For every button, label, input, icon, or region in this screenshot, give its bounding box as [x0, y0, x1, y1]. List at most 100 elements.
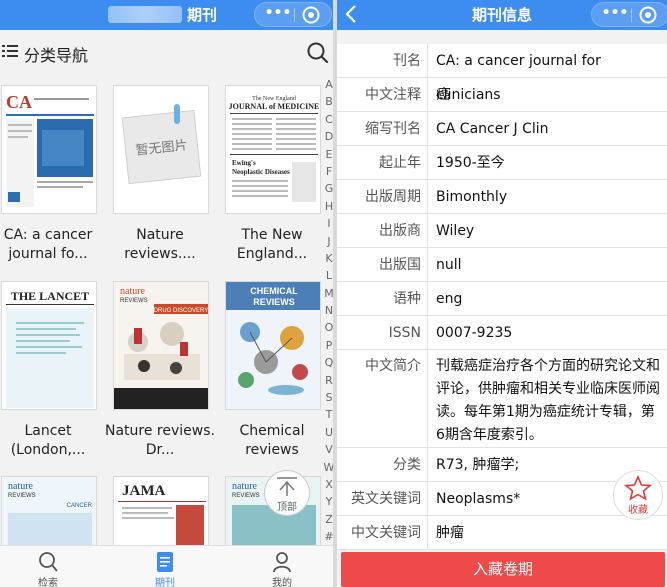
info-row: 出版商 Wiley	[337, 214, 667, 248]
journal-caption[interactable]: Chemical reviews	[217, 422, 327, 460]
svg-text:REVIEWS: REVIEWS	[120, 298, 148, 304]
back-to-top-button[interactable]: 顶部	[264, 470, 310, 516]
info-value: 癌	[436, 87, 450, 103]
list-menu-icon[interactable]	[2, 44, 18, 58]
journal-caption[interactable]: Lancet (London,...	[0, 422, 103, 460]
info-row: 中文注释癌	[337, 78, 667, 112]
alphabet-index-letter[interactable]: B	[322, 93, 333, 110]
svg-text:REVIEWS: REVIEWS	[253, 297, 295, 307]
ca-cover-art: CA	[2, 86, 96, 213]
journal-caption[interactable]: Nature reviews....	[105, 226, 215, 264]
alphabet-index-letter[interactable]: U	[322, 424, 333, 441]
alphabet-index-letter[interactable]: Y	[322, 493, 333, 510]
journal-caption[interactable]: CA: a cancer journal fo...	[0, 226, 103, 264]
search-icon[interactable]	[306, 41, 330, 65]
journal-cover-nature-reviews[interactable]: 暂无图片	[113, 85, 209, 214]
info-row: 中文简介 刊载癌症治疗各个方面的研究论文和评论，供肿瘤和相关专业临床医师阅读。每年…	[337, 350, 667, 448]
capsule-divider	[294, 8, 295, 22]
alphabet-index-letter[interactable]: Z	[322, 511, 333, 528]
alphabet-index-letter[interactable]: H	[322, 198, 333, 215]
journal-cover-ca[interactable]: CA	[1, 85, 97, 214]
info-row: 出版国 null	[337, 248, 667, 282]
journal-cover-nrdd[interactable]: nature REVIEWS DRUG DISCOVERY	[113, 281, 209, 410]
alphabet-index-letter[interactable]: F	[322, 163, 333, 180]
no-image-placeholder: 暂无图片	[114, 86, 208, 213]
info-key: 出版周期	[337, 180, 428, 213]
favorite-button[interactable]: 收藏	[613, 470, 663, 520]
tab-mine[interactable]: 我的	[252, 546, 312, 587]
back-arrow-icon[interactable]	[343, 3, 359, 25]
journal-cover-chemical-reviews[interactable]: CHEMICAL REVIEWS	[225, 281, 321, 410]
favorite-label: 收藏	[628, 505, 648, 516]
blurred-title-text	[108, 6, 182, 23]
svg-text:CHEMICAL: CHEMICAL	[250, 286, 298, 296]
tab-search-label: 检索	[38, 578, 58, 587]
tab-journals[interactable]: 期刊	[135, 546, 195, 587]
title-bar: 期刊信息 •••	[337, 0, 667, 30]
info-key: 出版商	[337, 214, 428, 247]
alphabet-index-letter[interactable]: S	[322, 389, 333, 406]
page-title: 期刊	[187, 6, 218, 24]
collect-volumes-button[interactable]: 入藏卷期	[341, 552, 665, 587]
tab-search[interactable]: 检索	[18, 546, 78, 587]
alphabet-index-letter[interactable]: M	[322, 285, 333, 302]
alphabet-index-letter[interactable]: #	[322, 528, 333, 545]
star-icon	[623, 475, 653, 501]
alphabet-index-letter[interactable]: W	[322, 459, 333, 476]
info-value: CA Cancer J Clin	[436, 121, 549, 137]
user-icon	[273, 552, 291, 573]
alphabet-index-letter[interactable]: D	[322, 128, 333, 145]
alphabet-index-letter[interactable]: G	[322, 180, 333, 197]
info-row: 缩写刊名 CA Cancer J Clin	[337, 112, 667, 146]
svg-text:nature: nature	[8, 481, 34, 492]
alphabet-index-letter[interactable]: J	[322, 233, 333, 250]
alphabet-index-letter[interactable]: C	[322, 111, 333, 128]
svg-text:DRUG DISCOVERY: DRUG DISCOVERY	[154, 308, 209, 314]
svg-text:Neoplastic Diseases: Neoplastic Diseases	[232, 168, 290, 176]
journal-caption[interactable]: Nature reviews. Dr...	[105, 422, 215, 460]
info-row: 起止年 1950-至今	[337, 146, 667, 180]
alphabet-index-letter[interactable]: I	[322, 215, 333, 232]
alphabet-index-letter[interactable]: R	[322, 372, 333, 389]
journal-list-screen: 期刊 ••• 分类导航 CA 暂无图片 The New England JOUR…	[0, 0, 333, 587]
title-bar: 期刊 •••	[0, 0, 333, 30]
info-row: 中文关键词 肿瘤	[337, 516, 667, 550]
tab-journals-label: 期刊	[155, 578, 175, 587]
info-value: 刊载癌症治疗各个方面的研究论文和评论，供肿瘤和相关专业临床医师阅读。每年第1期为…	[436, 358, 660, 443]
close-target-icon[interactable]	[638, 5, 658, 25]
journal-caption[interactable]: The New England...	[217, 226, 327, 264]
alphabet-index-letter[interactable]: E	[322, 146, 333, 163]
back-to-top-label: 顶部	[277, 502, 297, 513]
alphabet-index-letter[interactable]: T	[322, 406, 333, 423]
alphabet-index-letter[interactable]: V	[322, 441, 333, 458]
info-value: Bimonthly	[436, 189, 508, 205]
alphabet-index-letter[interactable]: O	[322, 319, 333, 336]
svg-text:JOURNAL of MEDICINE: JOURNAL of MEDICINE	[229, 102, 320, 111]
svg-text:nature: nature	[232, 481, 258, 492]
alphabet-index-letter[interactable]: L	[322, 267, 333, 284]
alphabet-index-letter[interactable]: X	[322, 476, 333, 493]
alphabet-index-letter[interactable]: K	[322, 250, 333, 267]
alphabet-index-letter[interactable]: N	[322, 302, 333, 319]
info-key: 中文关键词	[337, 516, 428, 549]
journal-cover-lancet[interactable]: THE LANCET	[1, 281, 97, 410]
svg-text:nature: nature	[120, 286, 146, 297]
capsule-divider	[631, 8, 632, 22]
close-target-icon[interactable]	[301, 5, 321, 25]
more-menu-button[interactable]: •••	[600, 3, 630, 26]
journal-cover-nejm[interactable]: The New England JOURNAL of MEDICINE Ewin…	[225, 85, 321, 214]
info-key: 语种	[337, 282, 428, 315]
alphabet-index-letter[interactable]: A	[322, 76, 333, 93]
more-menu-button[interactable]: •••	[263, 3, 293, 26]
alphabet-index-letter[interactable]: P	[322, 337, 333, 354]
journal-detail-screen: 期刊信息 ••• 刊名 CA: a cancer journal for clin…	[337, 0, 667, 587]
info-row: ISSN 0007-9235	[337, 316, 667, 350]
info-row: 语种 eng	[337, 282, 667, 316]
alphabet-index-letter[interactable]: Q	[322, 354, 333, 371]
nejm-cover-art: The New England JOURNAL of MEDICINE Ewin…	[226, 86, 320, 213]
info-key: 分类	[337, 448, 428, 481]
category-nav-bar: 分类导航	[0, 30, 333, 74]
bottom-tab-bar: 检索 期刊 我的	[0, 545, 333, 587]
info-value: eng	[436, 291, 463, 307]
info-key: 起止年	[337, 146, 428, 179]
